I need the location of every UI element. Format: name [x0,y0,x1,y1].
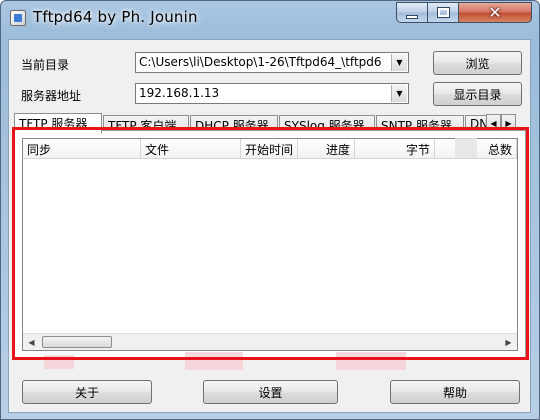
settings-button[interactable]: 设置 [203,380,338,404]
title-bar[interactable]: Tftpd64 by Ph. Jounin ✕ [1,1,539,35]
column-header-start-time[interactable]: 开始时间 [241,139,298,159]
close-button[interactable]: ✕ [458,2,532,23]
maximize-button[interactable] [427,2,459,23]
scroll-right-icon[interactable]: ▶ [500,334,517,350]
chevron-down-icon[interactable]: ▼ [391,54,407,71]
transfer-list[interactable]: 同步 文件 开始时间 进度 字节 总数 ◀ ▶ [22,138,518,351]
app-icon[interactable] [10,10,26,26]
browse-button[interactable]: 浏览 [433,51,522,75]
tab-tftp-server[interactable]: TFTP 服务器 [14,113,102,133]
column-header-sync[interactable]: 同步 [23,139,141,159]
server-addr-label: 服务器地址 [21,89,82,103]
close-icon: ✕ [488,3,502,22]
watermark-blur [455,138,477,158]
horizontal-scrollbar[interactable]: ◀ ▶ [23,333,517,350]
watermark-blur [336,352,406,370]
watermark-blur [44,355,74,369]
show-dir-button[interactable]: 显示目录 [433,82,522,106]
scrollbar-thumb[interactable] [42,336,112,348]
window-title: Tftpd64 by Ph. Jounin [33,8,198,26]
about-button[interactable]: 关于 [22,380,152,404]
current-dir-combo[interactable]: C:\Users\li\Desktop\1-26\Tftpd64_\tftpd6… [135,52,409,73]
scroll-left-icon[interactable]: ◀ [23,334,40,350]
minimize-icon [406,14,418,19]
column-header-file[interactable]: 文件 [141,139,241,159]
column-header-bytes[interactable]: 字节 [355,139,435,159]
current-dir-label: 当前目录 [21,58,70,72]
minimize-button[interactable] [396,2,428,23]
help-button[interactable]: 帮助 [390,380,520,404]
server-addr-value: 192.168.1.13 [139,86,220,100]
list-header: 同步 文件 开始时间 进度 字节 总数 [23,139,517,159]
chevron-down-icon[interactable]: ▼ [391,85,407,102]
current-dir-value: C:\Users\li\Desktop\1-26\Tftpd64_\tftpd6 [139,55,382,69]
watermark-blur [185,352,243,370]
column-header-progress[interactable]: 进度 [298,139,355,159]
maximize-icon [436,7,450,18]
server-addr-combo[interactable]: 192.168.1.13 ▼ [135,83,409,104]
